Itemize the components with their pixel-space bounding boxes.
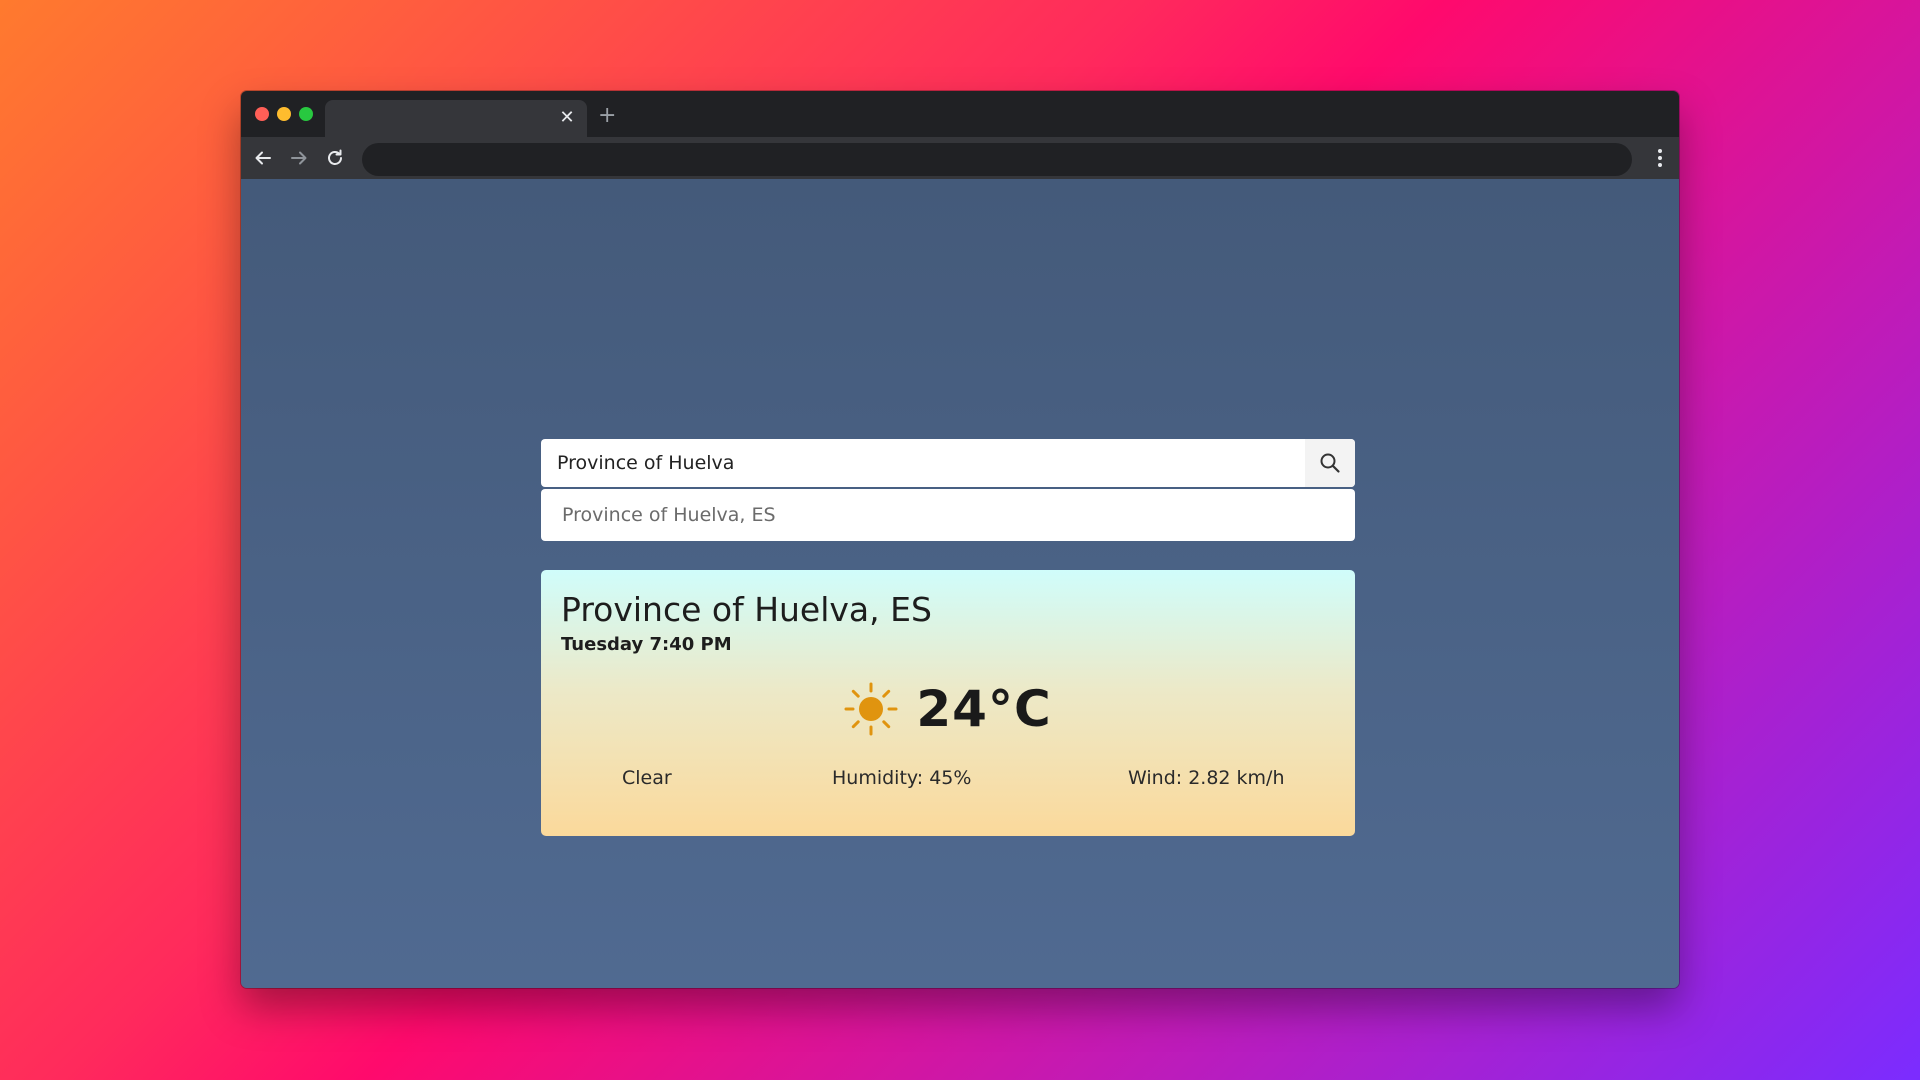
city-name: Province of Huelva, ES	[561, 590, 932, 629]
search-section: Province of Huelva, ES	[541, 439, 1355, 541]
search-button[interactable]	[1305, 439, 1355, 487]
weather-datetime: Tuesday 7:40 PM	[561, 634, 732, 655]
close-window-button[interactable]	[255, 107, 269, 121]
browser-tab[interactable]: ✕	[325, 100, 587, 137]
window-controls	[255, 107, 313, 121]
browser-toolbar	[241, 137, 1679, 179]
humidity: Humidity: 45%	[832, 767, 972, 789]
minimize-window-button[interactable]	[277, 107, 291, 121]
address-bar[interactable]	[362, 143, 1632, 176]
more-vert-icon[interactable]	[1655, 147, 1665, 169]
temperature-row: 24°C	[541, 680, 1355, 738]
search-box	[541, 439, 1355, 487]
back-arrow-icon[interactable]	[251, 146, 275, 170]
weather-condition: Clear	[622, 767, 672, 789]
wind-speed: Wind: 2.82 km/h	[1128, 767, 1285, 789]
search-icon	[1320, 453, 1340, 473]
title-bar: ✕ +	[241, 91, 1679, 137]
browser-window: ✕ + Province of Huelva Province of Huelv…	[241, 91, 1679, 988]
maximize-window-button[interactable]	[299, 107, 313, 121]
temperature: 24°C	[916, 680, 1052, 738]
plus-icon[interactable]: +	[598, 105, 616, 127]
sun-icon	[844, 682, 898, 736]
close-icon[interactable]: ✕	[557, 108, 577, 128]
search-input[interactable]	[541, 439, 1301, 487]
weather-card: Province of Huelva, ES Tuesday 7:40 PM 2…	[541, 570, 1355, 836]
forward-arrow-icon[interactable]	[287, 146, 311, 170]
page-viewport: Province of Huelva, ES Province of Huelv…	[241, 179, 1679, 988]
search-suggestion[interactable]: Province of Huelva, ES	[541, 489, 1355, 541]
reload-icon[interactable]	[323, 146, 347, 170]
